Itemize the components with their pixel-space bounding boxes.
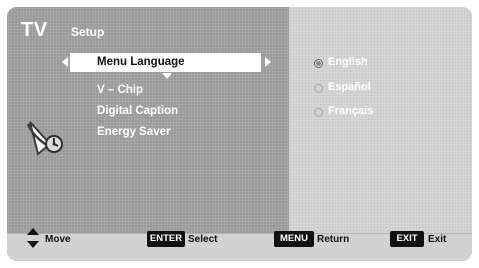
scroll-down-arrow-icon[interactable]	[162, 73, 172, 79]
menu-item-v-chip[interactable]: V – Chip	[97, 84, 143, 96]
osd-frame: TV Setup Menu Language V – Chip Digital …	[7, 7, 472, 261]
exit-key[interactable]: EXIT	[390, 231, 424, 247]
hint-select-label: Select	[188, 234, 218, 245]
hint-exit-label: Exit	[428, 234, 447, 245]
enter-key[interactable]: ENTER	[147, 231, 185, 247]
options-panel: English Español Français	[289, 7, 472, 233]
radio-english[interactable]	[314, 59, 323, 68]
option-espanol[interactable]: Español	[328, 81, 371, 93]
option-francais[interactable]: Français	[328, 105, 373, 117]
menu-key[interactable]: MENU	[274, 231, 314, 247]
menu-panel: TV Setup Menu Language V – Chip Digital …	[7, 7, 289, 233]
menu-item-energy-saver[interactable]: Energy Saver	[97, 126, 171, 138]
scroll-right-arrow-icon[interactable]	[265, 57, 271, 67]
section-title: Setup	[71, 25, 105, 39]
tv-osd-screen: TV Setup Menu Language V – Chip Digital …	[0, 0, 479, 268]
option-english[interactable]: English	[328, 56, 368, 68]
menu-item-menu-language[interactable]: Menu Language	[97, 56, 185, 68]
radio-francais[interactable]	[314, 108, 323, 117]
osd-title: TV	[21, 19, 48, 41]
radio-espanol[interactable]	[314, 84, 323, 93]
menu-item-digital-caption[interactable]: Digital Caption	[97, 105, 178, 117]
scroll-left-arrow-icon[interactable]	[62, 57, 68, 67]
up-down-arrow-icon	[27, 228, 39, 248]
satellite-dish-icon	[26, 121, 63, 156]
hint-move-label: Move	[45, 234, 71, 245]
hint-return-label: Return	[317, 234, 350, 245]
